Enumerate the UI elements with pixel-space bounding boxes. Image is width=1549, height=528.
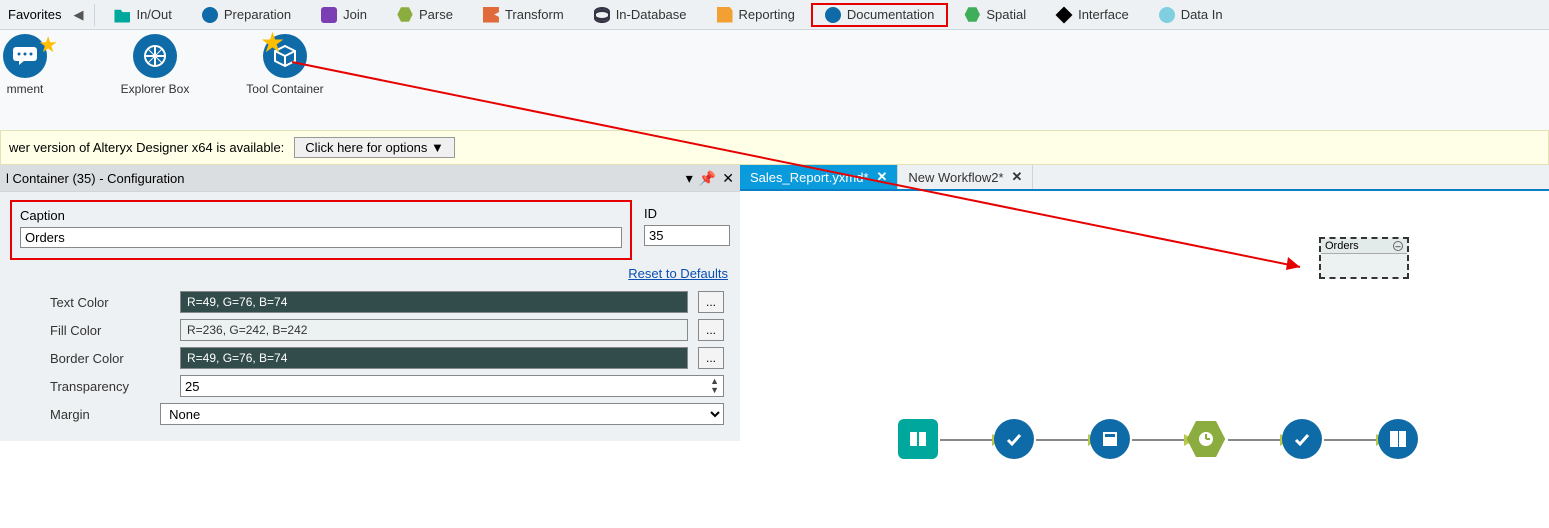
category-in-database[interactable]: In-Database bbox=[580, 3, 701, 27]
category-data-in[interactable]: Data In bbox=[1145, 3, 1237, 27]
workflow-node-strip bbox=[870, 419, 1519, 459]
tool-explorer-box[interactable]: Explorer Box bbox=[110, 34, 200, 96]
workflow-tab-sales-report[interactable]: Sales_Report.yxmd* ✕ bbox=[740, 165, 898, 189]
spinner-arrows-icon[interactable]: ▲▼ bbox=[710, 377, 719, 395]
explorer-box-tool-icon bbox=[133, 34, 177, 78]
input-tool-icon bbox=[898, 419, 938, 459]
category-transform[interactable]: Transform bbox=[469, 3, 578, 27]
panel-close-icon[interactable]: ✕ bbox=[722, 170, 734, 187]
category-preparation[interactable]: Preparation bbox=[188, 3, 305, 27]
comment-icon bbox=[825, 7, 841, 23]
config-panel: l Container (35) - Configuration ▾ 📌 ✕ C… bbox=[0, 165, 740, 491]
category-documentation[interactable]: Documentation bbox=[811, 3, 948, 27]
transparency-label: Transparency bbox=[50, 379, 170, 394]
category-toolbar: Favorites ◀ In/Out Preparation Join Pars… bbox=[0, 0, 1549, 30]
datetime-tool-icon bbox=[1186, 419, 1226, 459]
fill-color-swatch[interactable]: R=236, G=242, B=242 bbox=[180, 319, 688, 341]
star-icon: ★ bbox=[38, 32, 58, 58]
collapse-icon[interactable]: – bbox=[1393, 241, 1403, 251]
workflow-node[interactable] bbox=[1186, 419, 1226, 459]
square-icon bbox=[321, 7, 337, 23]
margin-dropdown[interactable]: None bbox=[160, 403, 724, 425]
database-icon bbox=[594, 7, 610, 23]
caption-input[interactable] bbox=[20, 227, 622, 248]
rhombus-icon bbox=[1056, 6, 1073, 23]
tool-palette: ★ mment Explorer Box Tool Container ★ bbox=[0, 30, 1549, 130]
close-icon[interactable]: ✕ bbox=[877, 169, 888, 185]
hex-icon bbox=[964, 7, 980, 23]
category-parse[interactable]: Parse bbox=[383, 3, 467, 27]
id-input bbox=[644, 225, 730, 246]
flag-icon bbox=[483, 7, 499, 23]
text-color-label: Text Color bbox=[50, 295, 170, 310]
border-color-swatch[interactable]: R=49, G=76, B=74 bbox=[180, 347, 688, 369]
workflow-node[interactable] bbox=[1378, 419, 1418, 459]
panel-menu-icon[interactable]: ▾ bbox=[686, 170, 693, 187]
config-panel-title: l Container (35) - Configuration bbox=[6, 171, 184, 186]
workflow-canvas[interactable]: Orders – bbox=[740, 191, 1549, 491]
circle-icon bbox=[1159, 7, 1175, 23]
folder-icon bbox=[114, 7, 130, 23]
container-caption: Orders bbox=[1325, 240, 1359, 252]
text-color-swatch[interactable]: R=49, G=76, B=74 bbox=[180, 291, 688, 313]
config-panel-header: l Container (35) - Configuration ▾ 📌 ✕ bbox=[0, 165, 740, 191]
caption-label: Caption bbox=[20, 208, 622, 223]
category-prev-button[interactable]: ◀ bbox=[67, 4, 89, 26]
category-join[interactable]: Join bbox=[307, 3, 381, 27]
reset-defaults-link[interactable]: Reset to Defaults bbox=[628, 266, 728, 281]
formula-tool-icon bbox=[1090, 419, 1130, 459]
update-notification-bar: wer version of Alteryx Designer x64 is a… bbox=[0, 130, 1549, 165]
category-in-out[interactable]: In/Out bbox=[100, 3, 185, 27]
select-tool-icon bbox=[1282, 419, 1322, 459]
circle-icon bbox=[202, 7, 218, 23]
workflow-node[interactable] bbox=[994, 419, 1034, 459]
border-color-picker-button[interactable]: ... bbox=[698, 347, 724, 369]
update-notification-text: wer version of Alteryx Designer x64 is a… bbox=[9, 140, 284, 155]
id-group: ID bbox=[640, 200, 730, 246]
category-reporting[interactable]: Reporting bbox=[703, 3, 809, 27]
workflow-node[interactable] bbox=[1282, 419, 1322, 459]
caption-group: Caption bbox=[10, 200, 632, 260]
workflow-tab-bar: Sales_Report.yxmd* ✕ New Workflow2* ✕ bbox=[740, 165, 1549, 191]
workflow-tab-new-workflow2[interactable]: New Workflow2* ✕ bbox=[898, 165, 1033, 189]
tool-comment[interactable]: ★ mment bbox=[0, 34, 70, 96]
category-spatial[interactable]: Spatial bbox=[950, 3, 1040, 27]
border-color-label: Border Color bbox=[50, 351, 170, 366]
fill-color-label: Fill Color bbox=[50, 323, 170, 338]
update-options-button[interactable]: Click here for options ▼ bbox=[294, 137, 455, 158]
star-icon: ★ bbox=[260, 26, 285, 59]
transparency-spinner[interactable]: 25 ▲▼ bbox=[180, 375, 724, 397]
category-interface[interactable]: Interface bbox=[1042, 3, 1143, 27]
margin-label: Margin bbox=[50, 407, 150, 422]
report-icon bbox=[717, 7, 733, 23]
canvas-tool-container[interactable]: Orders – bbox=[1319, 237, 1409, 279]
workflow-node[interactable] bbox=[1090, 419, 1130, 459]
favorites-label: Favorites bbox=[8, 7, 61, 22]
select-tool-icon bbox=[994, 419, 1034, 459]
workflow-node[interactable] bbox=[898, 419, 938, 459]
panel-pin-icon[interactable]: 📌 bbox=[699, 170, 716, 187]
hex-icon bbox=[397, 7, 413, 23]
fill-color-picker-button[interactable]: ... bbox=[698, 319, 724, 341]
text-color-picker-button[interactable]: ... bbox=[698, 291, 724, 313]
output-tool-icon bbox=[1378, 419, 1418, 459]
id-label: ID bbox=[644, 206, 730, 221]
workflow-area: Sales_Report.yxmd* ✕ New Workflow2* ✕ Or… bbox=[740, 165, 1549, 491]
close-icon[interactable]: ✕ bbox=[1012, 169, 1023, 185]
